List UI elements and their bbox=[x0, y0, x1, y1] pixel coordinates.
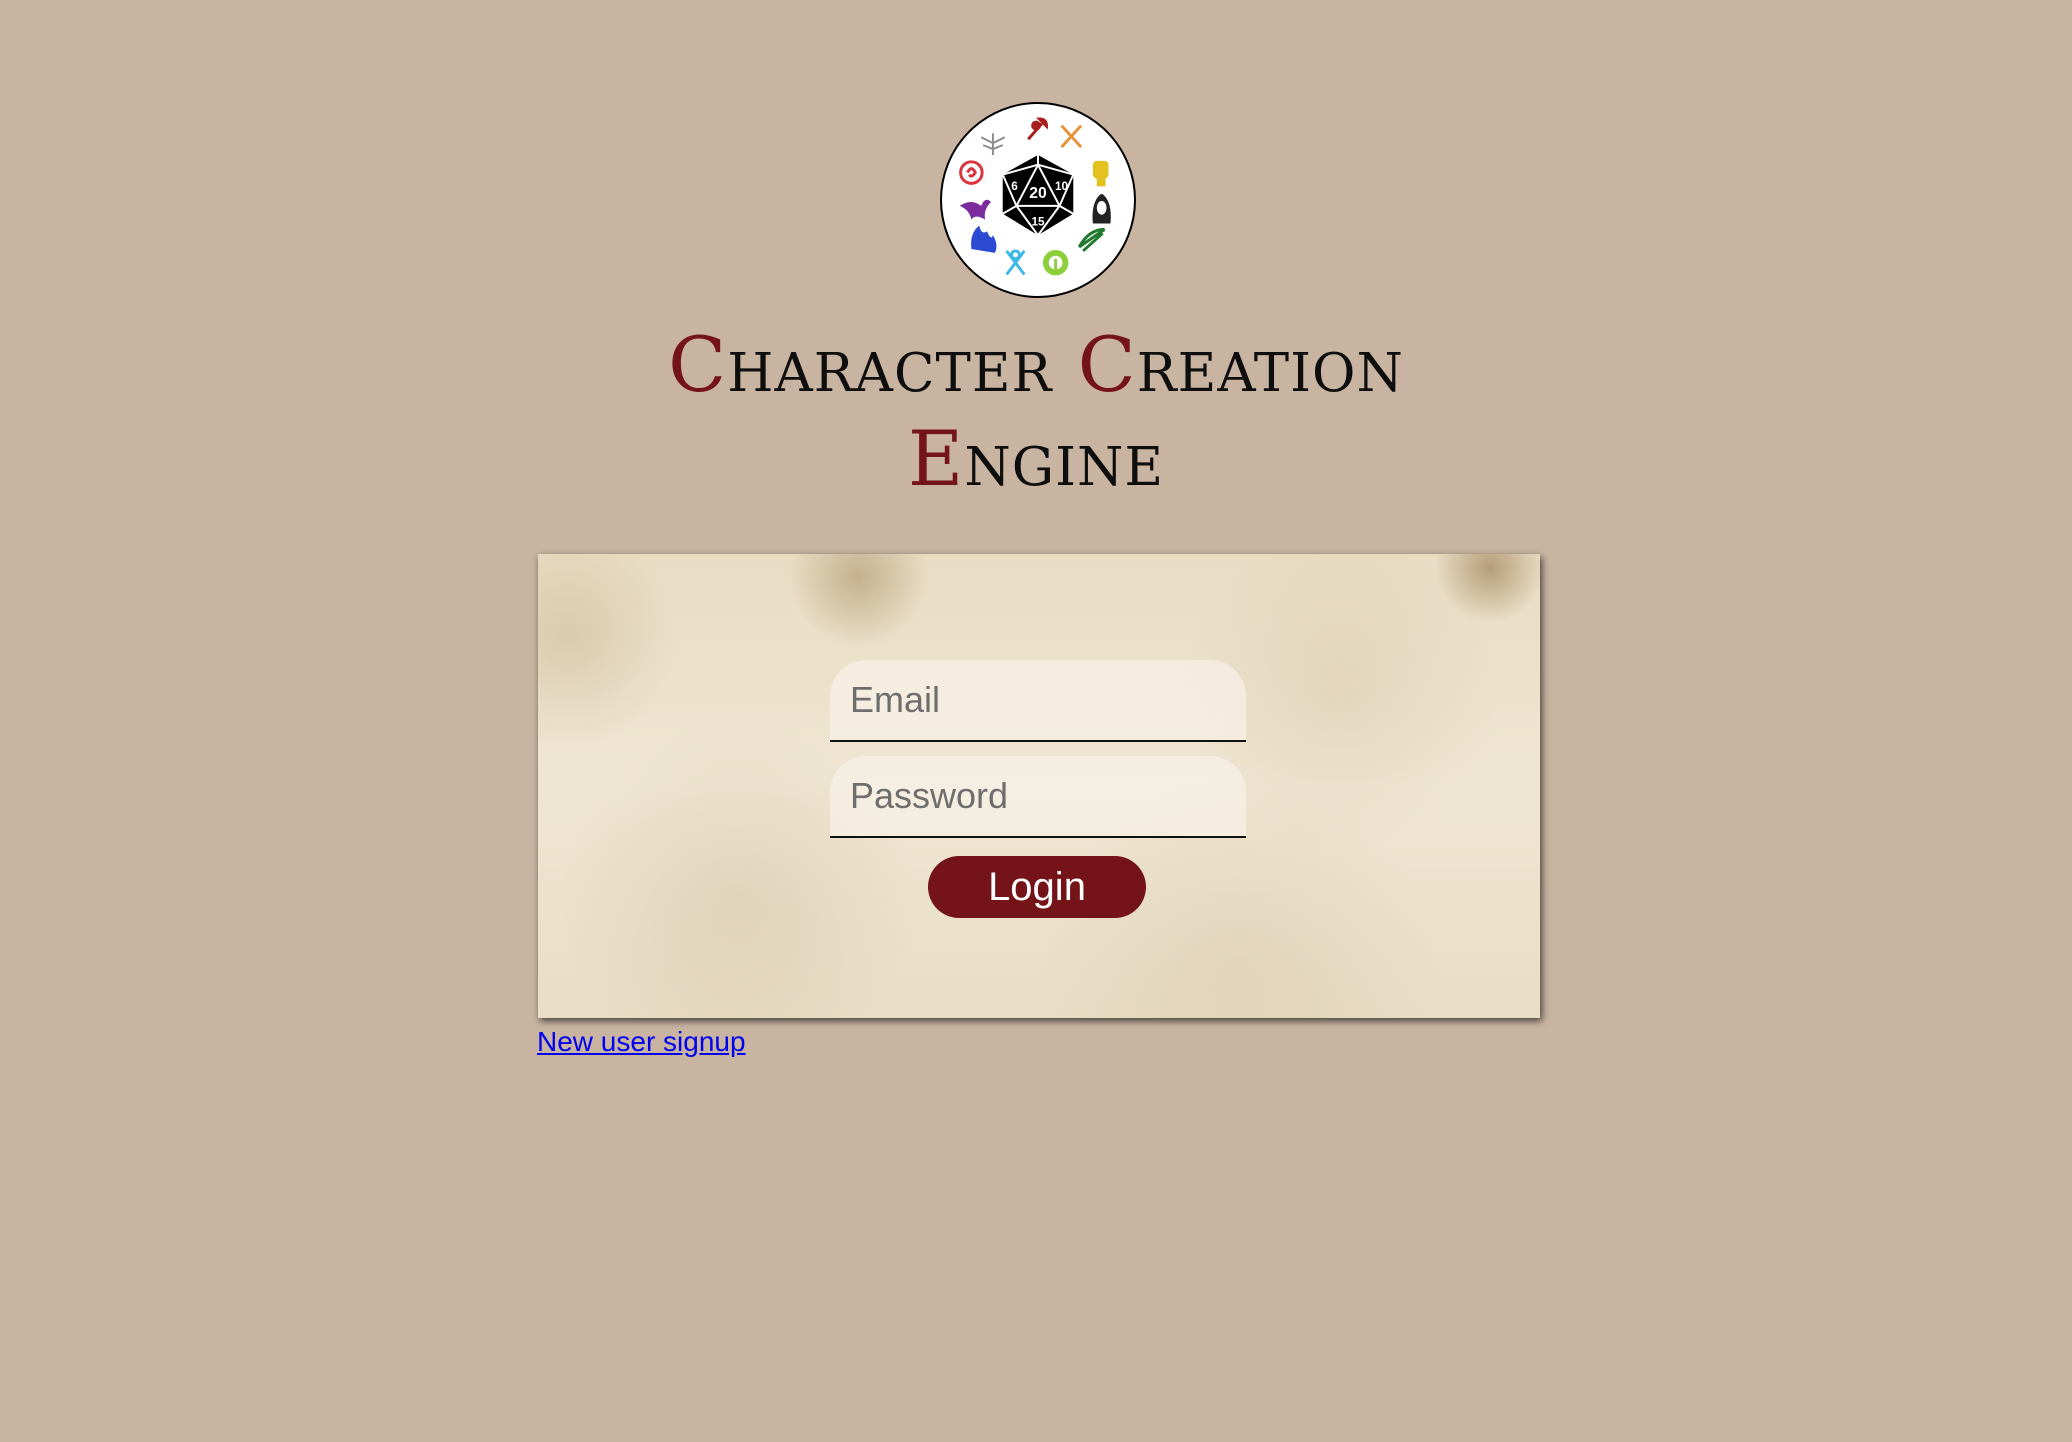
hooded-figure-icon bbox=[1092, 194, 1111, 224]
title-word-creation: Creation bbox=[1078, 320, 1404, 409]
d20-die-icon: 20 6 10 15 bbox=[1001, 154, 1075, 236]
password-field[interactable] bbox=[830, 756, 1246, 838]
leaf-icon bbox=[1042, 249, 1069, 276]
die-number-10: 10 bbox=[1055, 180, 1069, 193]
title-initial: C bbox=[668, 320, 728, 409]
title-word-rest: ngine bbox=[964, 414, 1165, 503]
title-initial: E bbox=[907, 414, 965, 503]
title-word-rest: haracter bbox=[727, 320, 1053, 409]
die-number-20: 20 bbox=[1029, 185, 1047, 202]
fist-icon bbox=[1092, 160, 1109, 187]
new-user-signup-link[interactable]: New user signup bbox=[537, 1026, 746, 1058]
die-number-15: 15 bbox=[1031, 215, 1045, 228]
dragon-icon bbox=[959, 199, 991, 220]
title-word-rest: reation bbox=[1136, 320, 1404, 409]
crossed-swords-icon bbox=[1060, 124, 1083, 149]
bow-icon bbox=[1077, 227, 1106, 253]
ankh-icon bbox=[1005, 249, 1026, 276]
flame-icon bbox=[971, 225, 997, 253]
title-word-character: Character bbox=[668, 320, 1052, 409]
app-logo: 20 6 10 15 bbox=[940, 102, 1136, 298]
winged-sword-icon bbox=[980, 133, 1006, 155]
axe-icon bbox=[1027, 117, 1049, 141]
login-button[interactable]: Login bbox=[928, 856, 1146, 918]
page-title: Character Creation Engine bbox=[536, 318, 1536, 506]
title-word-engine: Engine bbox=[908, 414, 1164, 503]
email-field[interactable] bbox=[830, 660, 1246, 742]
login-card: Login bbox=[538, 554, 1540, 1018]
die-number-6: 6 bbox=[1011, 180, 1018, 193]
spiral-hand-icon bbox=[959, 160, 984, 185]
title-initial: C bbox=[1077, 320, 1137, 409]
